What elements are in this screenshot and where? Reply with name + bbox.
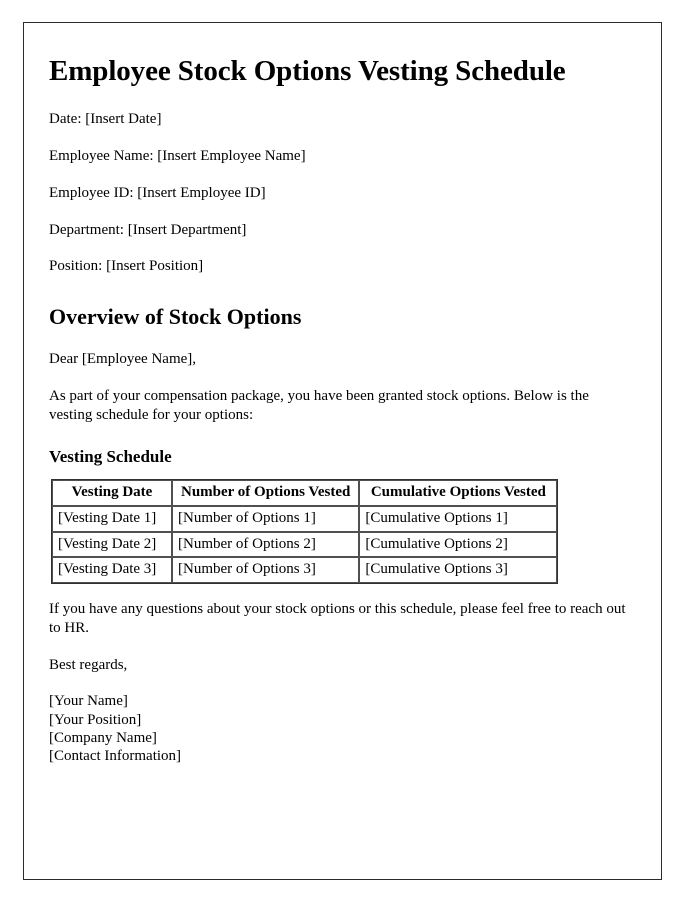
meta-line-date: Date: [Insert Date] [49,111,162,128]
cell-cumulative-options: [Cumulative Options 1] [359,505,558,532]
document-page: Employee Stock Options Vesting Schedule … [23,22,662,880]
cell-options-vested: [Number of Options 1] [172,505,360,532]
signature-block: [Your Name] [Your Position] [Company Nam… [49,692,632,765]
closing-paragraph: If you have any questions about your sto… [49,601,626,636]
meta-line-position: Position: [Insert Position] [49,258,204,275]
closing-regards: Best regards, [49,656,128,673]
meta-line-department: Department: [Insert Department] [49,221,247,238]
table-head: Vesting Date Number of Options Vested Cu… [52,480,558,506]
column-header-vesting-date: Vesting Date [52,480,172,506]
employee-metadata-block: Date: [Insert Date] Employee Name: [Inse… [49,110,632,276]
cell-vesting-date: [Vesting Date 1] [52,505,172,532]
cell-vesting-date: [Vesting Date 3] [52,557,172,584]
table-row: [Vesting Date 2] [Number of Options 2] [… [52,531,558,558]
meta-line-employee-name: Employee Name: [Insert Employee Name] [49,148,306,165]
table-row: [Vesting Date 1] [Number of Options 1] [… [52,505,558,532]
column-header-cumulative-options: Cumulative Options Vested [359,480,558,506]
document-content: Employee Stock Options Vesting Schedule … [49,43,632,766]
table-header-row: Vesting Date Number of Options Vested Cu… [52,480,558,506]
cell-vesting-date: [Vesting Date 2] [52,531,172,558]
subheading-vesting-schedule: Vesting Schedule [49,446,172,466]
vesting-schedule-table: Vesting Date Number of Options Vested Cu… [51,479,559,585]
signature-line-contact: [Contact Information] [49,748,182,765]
table-body: [Vesting Date 1] [Number of Options 1] [… [52,505,558,584]
signature-line-position: [Your Position] [49,711,142,728]
table-row: [Vesting Date 3] [Number of Options 3] [… [52,557,558,584]
cell-options-vested: [Number of Options 2] [172,531,360,558]
salutation: Dear [Employee Name], [49,351,197,368]
column-header-options-vested: Number of Options Vested [172,480,360,506]
section-heading-overview: Overview of Stock Options [49,304,302,330]
meta-line-employee-id: Employee ID: [Insert Employee ID] [49,184,266,201]
signature-line-company: [Company Name] [49,729,157,746]
signature-line-name: [Your Name] [49,693,128,710]
cell-cumulative-options: [Cumulative Options 3] [359,557,558,584]
overview-paragraph: As part of your compensation package, yo… [49,388,589,423]
cell-options-vested: [Number of Options 3] [172,557,360,584]
page-title: Employee Stock Options Vesting Schedule [49,55,566,87]
cell-cumulative-options: [Cumulative Options 2] [359,531,558,558]
